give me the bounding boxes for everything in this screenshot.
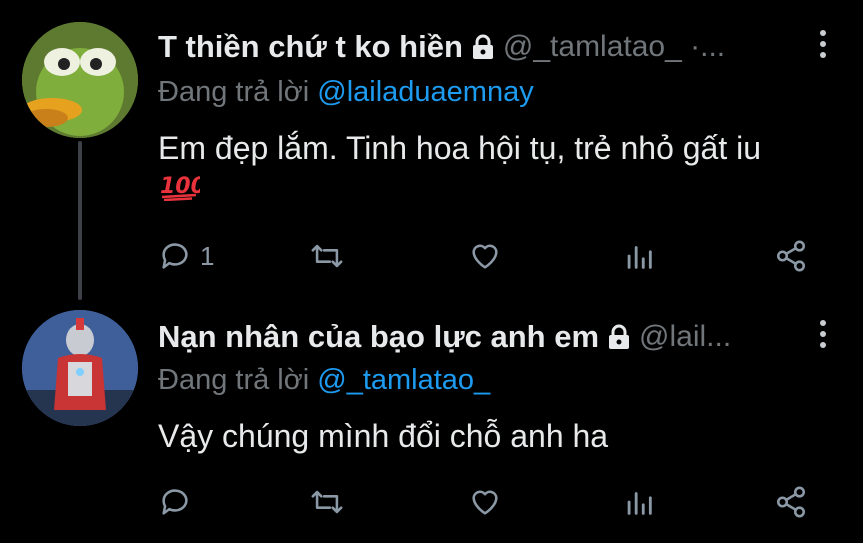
action-bar	[158, 482, 818, 522]
lock-icon	[472, 34, 493, 59]
more-options-icon[interactable]	[817, 320, 829, 354]
reply-mention-link[interactable]: @_tamlatao_	[317, 364, 490, 396]
reply-prefix: Đang trả lời	[158, 364, 310, 396]
analytics-icon	[627, 246, 652, 269]
share-icon	[776, 486, 806, 518]
heart-icon	[472, 244, 498, 269]
replying-to: Đang trả lời @_tamlatao_	[158, 364, 490, 397]
avatar[interactable]	[22, 310, 138, 426]
reply-icon	[162, 243, 188, 269]
reply-icon	[162, 489, 188, 515]
tweet[interactable]: Nạn nhân của bạo lực anh em @lail... Đan…	[0, 300, 863, 543]
share-button[interactable]	[774, 482, 808, 522]
reply-mention-link[interactable]: @lailaduaemnay	[317, 76, 533, 108]
retweet-button[interactable]	[310, 236, 344, 276]
reply-button[interactable]: 1	[158, 236, 214, 276]
thread-line	[78, 141, 82, 300]
heart-icon	[472, 490, 498, 515]
tweet-text-content: Em đẹp lắm. Tinh hoa hội tụ, trẻ nhỏ gất…	[158, 130, 762, 166]
more-options-icon[interactable]	[817, 30, 829, 64]
like-button[interactable]	[468, 482, 502, 522]
action-bar: 1	[158, 236, 818, 276]
handle[interactable]: @lail...	[639, 320, 731, 354]
display-name[interactable]: T thiền chứ t ko hiền	[158, 29, 463, 65]
tweet-text-content: Vậy chúng mình đổi chỗ anh ha	[158, 418, 609, 454]
reply-button[interactable]	[158, 482, 200, 522]
retweet-button[interactable]	[310, 482, 344, 522]
reply-prefix: Đang trả lời	[158, 76, 310, 108]
tweet-header: Nạn nhân của bạo lực anh em @lail...	[158, 314, 805, 360]
display-name[interactable]: Nạn nhân của bạo lực anh em	[158, 319, 599, 355]
lock-icon	[609, 324, 630, 349]
replying-to: Đang trả lời @lailaduaemnay	[158, 76, 534, 109]
tweet[interactable]: T thiền chứ t ko hiền @_tamlatao_ ·... Đ…	[0, 0, 863, 300]
handle[interactable]: @_tamlatao_ ·...	[503, 30, 725, 64]
retweet-icon	[311, 490, 343, 514]
reply-count: 1	[200, 240, 215, 271]
analytics-icon	[627, 492, 652, 515]
analytics-button[interactable]	[622, 482, 656, 522]
share-button[interactable]	[774, 236, 808, 276]
hundred-points-icon: 100	[160, 174, 200, 201]
tweet-header: T thiền chứ t ko hiền @_tamlatao_ ·...	[158, 24, 805, 70]
tweet-text: Vậy chúng mình đổi chỗ anh ha	[158, 416, 803, 456]
tweet-text: Em đẹp lắm. Tinh hoa hội tụ, trẻ nhỏ gất…	[158, 128, 803, 208]
analytics-button[interactable]	[622, 236, 656, 276]
share-icon	[776, 240, 806, 272]
retweet-icon	[311, 244, 343, 268]
avatar[interactable]	[22, 22, 138, 138]
like-button[interactable]	[468, 236, 502, 276]
